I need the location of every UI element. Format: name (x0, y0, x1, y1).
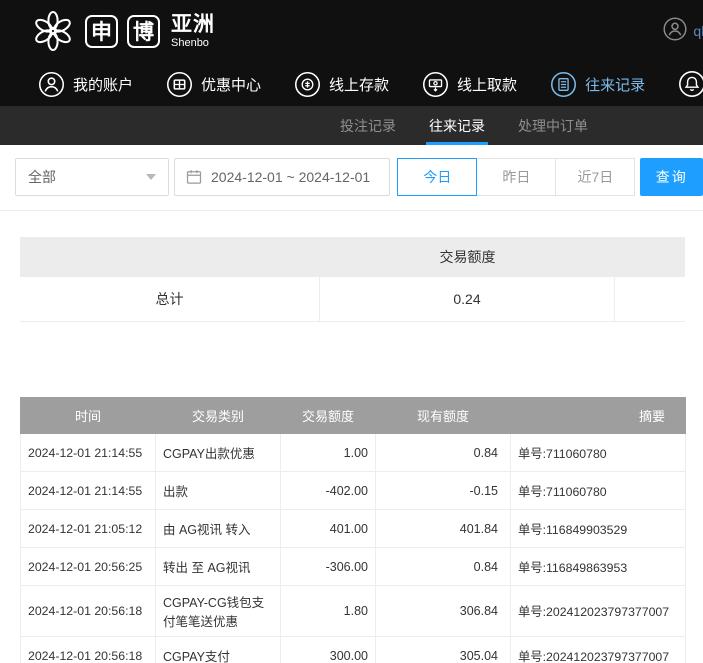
cell-time: 2024-12-01 21:14:55 (21, 472, 156, 510)
records-icon (550, 71, 577, 98)
summary-total-row: 总计 0.24 (20, 277, 685, 322)
quick-today-button[interactable]: 今日 (397, 158, 477, 196)
account-icon (38, 71, 65, 98)
nav-transaction-records[interactable]: 往来记录 (550, 71, 645, 98)
cell-amount: -402.00 (281, 472, 376, 510)
table-row: 2024-12-01 21:05:12 由 AG视讯 转入 401.00 401… (21, 510, 686, 548)
user-avatar-icon (663, 17, 687, 46)
username: qh (693, 23, 703, 39)
cell-balance: -0.15 (376, 472, 511, 510)
cell-amount: 401.00 (281, 510, 376, 548)
cell-summary: 单号:711060780 (511, 434, 686, 472)
cell-summary: 单号:116849863953 (511, 548, 686, 586)
calendar-icon (185, 168, 203, 186)
cell-summary: 单号:711060780 (511, 472, 686, 510)
cell-balance: 305.04 (376, 637, 511, 663)
cell-type: CGPAY-CG钱包支付笔笔送优惠 (156, 586, 281, 637)
nav-label: 往来记录 (585, 74, 645, 95)
cell-time: 2024-12-01 21:05:12 (21, 510, 156, 548)
filter-bar: 全部 2024-12-01 ~ 2024-12-01 今日 昨日 近7日 查询 (0, 145, 703, 211)
nav-label: 线上存款 (329, 74, 389, 95)
date-range-input[interactable]: 2024-12-01 ~ 2024-12-01 (174, 158, 390, 196)
logo-seal-shen: 申 (85, 15, 118, 48)
date-range-value: 2024-12-01 ~ 2024-12-01 (211, 169, 370, 185)
type-select[interactable]: 全部 (15, 158, 169, 196)
cell-type: CGPAY出款优惠 (156, 434, 281, 472)
promotions-icon (166, 71, 193, 98)
cell-type: 转出 至 AG视讯 (156, 548, 281, 586)
cell-time: 2024-12-01 20:56:18 (21, 586, 156, 637)
tab-transaction-records[interactable]: 往来记录 (426, 106, 488, 145)
main-nav: 我的账户 优惠中心 线上存款 (0, 62, 703, 106)
nav-label: 我的账户 (73, 74, 133, 95)
type-select-value: 全部 (28, 167, 56, 187)
brand-region: 亚洲 (171, 14, 215, 35)
cell-type: 由 AG视讯 转入 (156, 510, 281, 548)
cell-balance: 0.84 (376, 548, 511, 586)
cell-type: 出款 (156, 472, 281, 510)
page: 申 博 亚洲 Shenbo qh (0, 0, 703, 663)
summary-total-label: 总计 (20, 277, 320, 321)
table-row: 2024-12-01 20:56:18 CGPAY支付 300.00 305.0… (21, 637, 686, 663)
header-amount: 交易额度 (281, 398, 376, 434)
cell-time: 2024-12-01 20:56:18 (21, 637, 156, 663)
quick-yesterday-button[interactable]: 昨日 (476, 158, 556, 196)
summary-header-row: 交易额度 (20, 237, 685, 277)
nav-withdraw[interactable]: 线上取款 (422, 71, 517, 98)
cell-time: 2024-12-01 21:14:55 (21, 434, 156, 472)
cell-balance: 0.84 (376, 434, 511, 472)
records-subnav: 投注记录 往来记录 处理中订单 (0, 106, 703, 145)
cell-amount: -306.00 (281, 548, 376, 586)
withdraw-icon (422, 71, 449, 98)
transactions-body: 2024-12-01 21:14:55 CGPAY出款优惠 1.00 0.84 … (21, 434, 686, 663)
table-row: 2024-12-01 20:56:18 CGPAY-CG钱包支付笔笔送优惠 1.… (21, 586, 686, 637)
cell-amount: 1.80 (281, 586, 376, 637)
account-widget[interactable]: qh (663, 17, 703, 46)
nav-label: 优惠中心 (201, 74, 261, 95)
header-summary: 摘要 (511, 398, 686, 434)
notifications-bell-icon[interactable] (678, 70, 703, 98)
chevron-down-icon (146, 174, 156, 180)
header-type: 交易类别 (156, 398, 281, 434)
cell-balance: 306.84 (376, 586, 511, 637)
nav-deposit[interactable]: 线上存款 (294, 71, 389, 98)
brand-logo[interactable]: 申 博 亚洲 Shenbo (30, 8, 215, 54)
table-row: 2024-12-01 21:14:55 CGPAY出款优惠 1.00 0.84 … (21, 434, 686, 472)
header-balance: 现有额度 (376, 398, 511, 434)
deposit-icon (294, 71, 321, 98)
top-header: 申 博 亚洲 Shenbo qh (0, 0, 703, 62)
table-row: 2024-12-01 20:56:25 转出 至 AG视讯 -306.00 0.… (21, 548, 686, 586)
logo-flower-icon (30, 8, 76, 54)
tab-betting-records[interactable]: 投注记录 (337, 106, 399, 145)
summary-total-value: 0.24 (320, 277, 615, 321)
search-button[interactable]: 查询 (640, 158, 703, 196)
cell-summary: 单号:116849903529 (511, 510, 686, 548)
quick-last7days-button[interactable]: 近7日 (555, 158, 635, 196)
nav-label: 线上取款 (457, 74, 517, 95)
cell-time: 2024-12-01 20:56:25 (21, 548, 156, 586)
transactions-table: 时间 交易类别 交易额度 现有额度 摘要 2024-12-01 21:14:55… (20, 397, 686, 663)
cell-summary: 单号:202412023797377007 (511, 586, 686, 637)
cell-amount: 300.00 (281, 637, 376, 663)
nav-my-account[interactable]: 我的账户 (38, 71, 133, 98)
header-time: 时间 (21, 398, 156, 434)
cell-amount: 1.00 (281, 434, 376, 472)
logo-seal-bo: 博 (127, 15, 160, 48)
table-row: 2024-12-01 21:14:55 出款 -402.00 -0.15 单号:… (21, 472, 686, 510)
brand-text: 亚洲 Shenbo (171, 14, 215, 49)
cell-balance: 401.84 (376, 510, 511, 548)
tab-processing-orders[interactable]: 处理中订单 (515, 106, 591, 145)
summary-table: 交易额度 总计 0.24 (20, 237, 685, 322)
cell-type: CGPAY支付 (156, 637, 281, 663)
nav-promotions[interactable]: 优惠中心 (166, 71, 261, 98)
cell-summary: 单号:202412023797377007 (511, 637, 686, 663)
brand-name-en: Shenbo (171, 38, 215, 49)
quick-date-buttons: 今日 昨日 近7日 (398, 158, 635, 196)
table-header-row: 时间 交易类别 交易额度 现有额度 摘要 (21, 398, 686, 434)
summary-header-label: 交易额度 (320, 247, 615, 267)
